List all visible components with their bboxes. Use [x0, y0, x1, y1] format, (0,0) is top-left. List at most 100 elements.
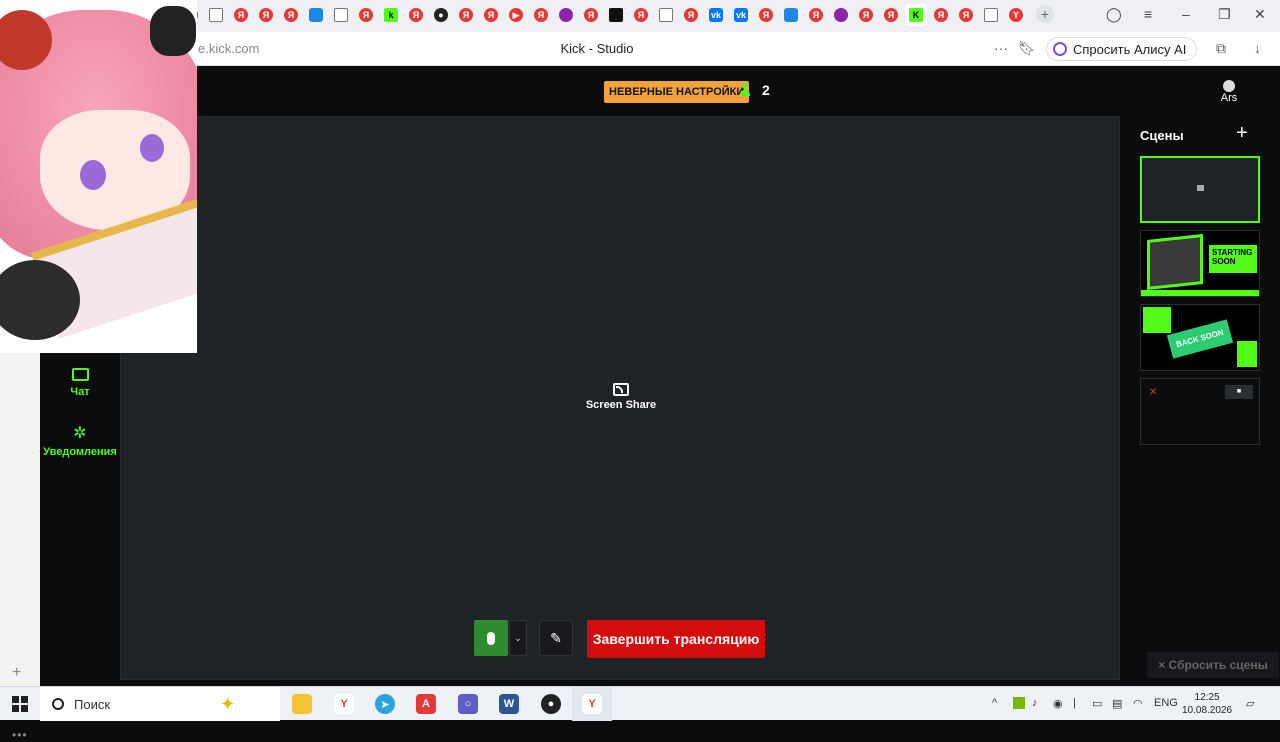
browser-tab[interactable]: Я	[955, 4, 977, 26]
browser-tab[interactable]: Я	[580, 4, 602, 26]
browser-tab[interactable]	[330, 4, 352, 26]
volume-tray-icon[interactable]: ♪	[1032, 697, 1038, 709]
bookmark-icon[interactable]: 🔖︎	[1018, 40, 1036, 57]
edit-layout-button[interactable]: ✎	[539, 620, 573, 656]
tray-expand-icon[interactable]: ^	[992, 697, 997, 709]
browser-tab[interactable]: Я	[805, 4, 827, 26]
sidebar-item-chat[interactable]: Чат	[40, 364, 120, 399]
sidebar-item-notifications[interactable]: ✲ Уведомления	[40, 426, 120, 459]
kick-k-icon: k	[384, 8, 398, 22]
browser-tab[interactable]: Я	[355, 4, 377, 26]
language-indicator[interactable]: ENG	[1154, 697, 1178, 709]
display-tray-icon[interactable]: ▭	[1092, 697, 1102, 710]
clock[interactable]: 12:25 10.08.2026	[1182, 691, 1232, 717]
browser-tab[interactable]: Я	[755, 4, 777, 26]
more-icon[interactable]: •••	[12, 728, 28, 742]
browser-tab[interactable]: vk	[730, 4, 752, 26]
browser-tab[interactable]: Я	[480, 4, 502, 26]
microphone-button[interactable]	[474, 620, 508, 656]
browser-tab[interactable]: vk	[705, 4, 727, 26]
browser-tab[interactable]: k	[380, 4, 402, 26]
profile-icon[interactable]: ◯	[1106, 6, 1122, 23]
browser-tab[interactable]: Я	[230, 4, 252, 26]
browser-tab[interactable]: Я	[280, 4, 302, 26]
scenes-panel: Сцены + STARTING SOON BACK SOON ✕ ■ × Сб…	[1140, 116, 1280, 686]
microphone-dropdown[interactable]: ⌄	[509, 620, 527, 656]
browser-tab[interactable]: Y	[1005, 4, 1027, 26]
wifi-tray-icon[interactable]: ◠	[1133, 697, 1143, 710]
extensions-icon[interactable]: ⧉	[1216, 40, 1226, 57]
menu-icon[interactable]: ≡	[1144, 6, 1152, 22]
viewers-icon	[740, 83, 756, 97]
reset-scenes-button[interactable]: × Сбросить сцены	[1147, 652, 1279, 678]
browser-tab[interactable]: Я	[455, 4, 477, 26]
ask-alice-button[interactable]: Спросить Алису AI	[1046, 37, 1198, 61]
taskbar-search[interactable]: Поиск	[40, 687, 280, 721]
browser-tab[interactable]: Я	[680, 4, 702, 26]
yandex-icon: Я	[534, 8, 548, 22]
add-panel-icon[interactable]: +	[12, 664, 21, 682]
vk-icon: vk	[709, 8, 723, 22]
windows-start-icon[interactable]	[12, 696, 28, 712]
obs-icon[interactable]: ●	[541, 694, 561, 714]
scene-item-3[interactable]: BACK SOON	[1140, 304, 1260, 371]
anime-character-overlay	[0, 0, 197, 353]
browser-tab[interactable]	[555, 4, 577, 26]
browser-tab[interactable]: ▶	[505, 4, 527, 26]
word-icon[interactable]: W	[499, 694, 519, 714]
file-explorer-icon[interactable]	[292, 694, 312, 714]
browser-tab[interactable]: Я	[855, 4, 877, 26]
invalid-settings-badge[interactable]: НЕВЕРНЫЕ НАСТРОЙКИ	[604, 81, 750, 103]
avatar[interactable]: Ars	[1214, 80, 1244, 106]
browser-tab[interactable]: Я	[630, 4, 652, 26]
camera-icon: ■	[1225, 385, 1253, 399]
new-tab-button[interactable]: +	[1036, 5, 1054, 23]
overlay-eye	[80, 160, 106, 190]
yandex-browser-active-icon[interactable]: Y	[582, 694, 602, 714]
clock-date: 10.08.2026	[1182, 705, 1233, 716]
minimize-icon[interactable]: –	[1182, 6, 1190, 22]
browser-tab[interactable]	[655, 4, 677, 26]
ask-alice-label: Спросить Алису AI	[1073, 41, 1187, 57]
scene-item-4[interactable]: ✕ ■	[1140, 378, 1260, 445]
telegram-icon[interactable]: ➤	[375, 694, 395, 714]
chevron-down-icon: ⌄	[514, 633, 522, 643]
restore-icon[interactable]: ❐	[1218, 6, 1231, 23]
close-icon[interactable]: ✕	[1254, 6, 1266, 23]
yandex-icon: Я	[959, 8, 973, 22]
mic-tray-icon[interactable]: |	[1073, 697, 1076, 709]
network-tray-icon[interactable]: ▤	[1112, 697, 1122, 710]
browser-tab[interactable]	[305, 4, 327, 26]
browser-tab[interactable]: Я	[930, 4, 952, 26]
browser-tab[interactable]: Я	[255, 4, 277, 26]
copilot-sparkle-icon[interactable]: ✦	[220, 694, 235, 715]
app-icon[interactable]: ○	[458, 694, 478, 714]
end-stream-button[interactable]: Завершить трансляцию	[587, 620, 765, 658]
browser-tab[interactable]: Я	[405, 4, 427, 26]
screen-share-source[interactable]: Screen Share	[121, 383, 1121, 411]
stream-preview-canvas[interactable]: Screen Share	[120, 116, 1120, 680]
yandex-icon: Я	[459, 8, 473, 22]
more-options-icon[interactable]: ···	[994, 40, 1008, 56]
browser-tab[interactable]	[980, 4, 1002, 26]
browser-tab[interactable]	[830, 4, 852, 26]
acrobat-icon[interactable]: A	[416, 694, 436, 714]
yandex-browser-icon[interactable]: Y	[334, 694, 354, 714]
sidebar-item-chat-label: Чат	[70, 386, 90, 398]
browser-tab[interactable]: K	[905, 4, 927, 26]
browser-tab[interactable]	[605, 4, 627, 26]
scene-item-2[interactable]: STARTING SOON	[1140, 230, 1260, 297]
browser-tab[interactable]	[780, 4, 802, 26]
browser-tab[interactable]	[205, 4, 227, 26]
add-scene-button[interactable]: +	[1236, 122, 1248, 145]
avatar-label: Ars	[1220, 92, 1238, 104]
browser-tab[interactable]: Я	[530, 4, 552, 26]
scene-item-1[interactable]	[1140, 156, 1260, 223]
nvidia-icon[interactable]	[1013, 697, 1025, 709]
steam-icon[interactable]: ◉	[1053, 697, 1063, 710]
notifications-tray-icon[interactable]: ▱	[1246, 697, 1254, 710]
starting-soon-label: STARTING SOON	[1209, 245, 1257, 273]
browser-tab[interactable]: ●	[430, 4, 452, 26]
download-icon[interactable]: ↓	[1254, 40, 1261, 56]
browser-tab[interactable]: Я	[880, 4, 902, 26]
